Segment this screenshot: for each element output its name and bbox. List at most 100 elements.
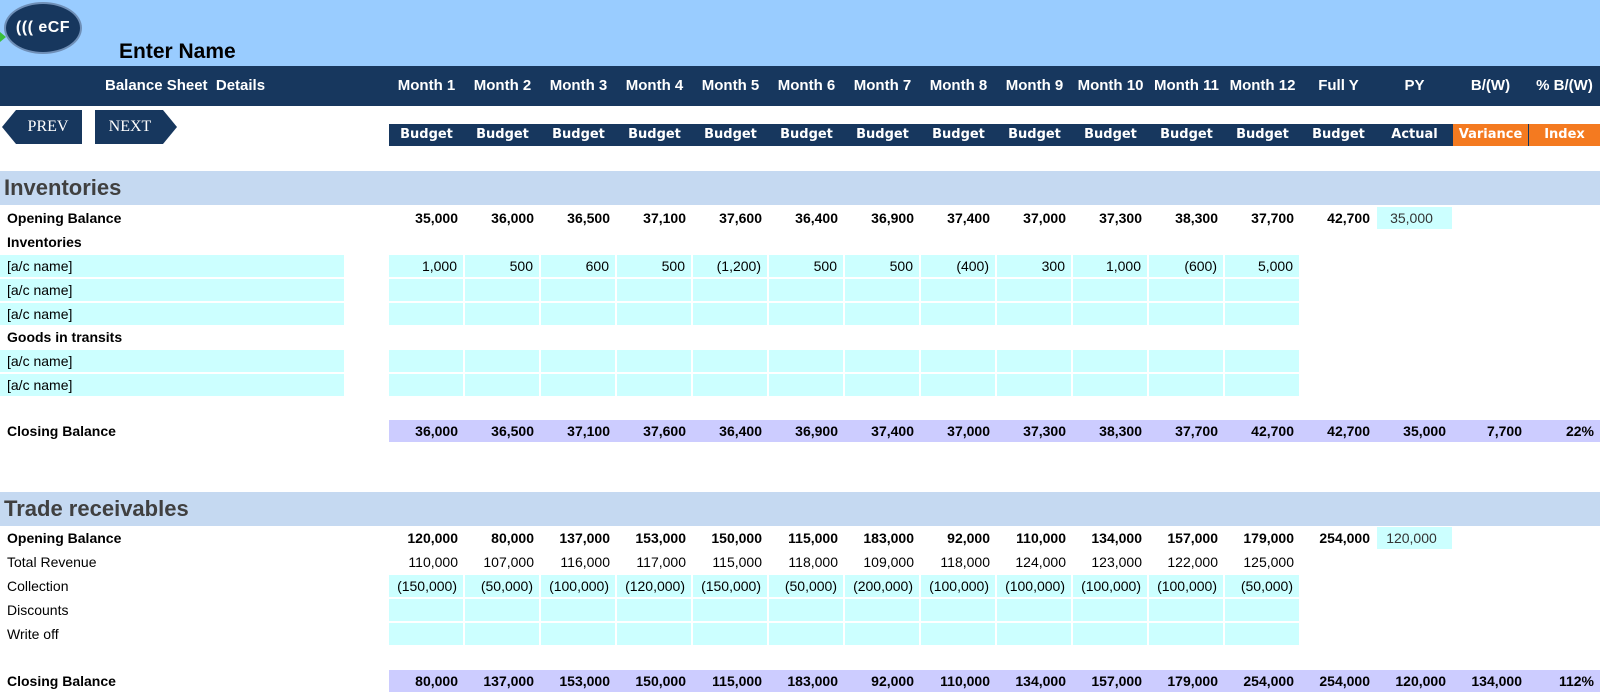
rec-row-cell[interactable]	[769, 623, 843, 645]
next-button[interactable]: NEXT	[95, 110, 177, 144]
inv-account-label[interactable]: [a/c name]	[7, 255, 72, 277]
transit-account-cell[interactable]	[997, 350, 1071, 372]
rec-row-cell[interactable]	[617, 599, 691, 621]
inv-account-cell[interactable]	[617, 279, 691, 301]
rec-row-cell[interactable]	[997, 599, 1071, 621]
inv-account-cell[interactable]: (400)	[921, 255, 995, 277]
inv-account-cell[interactable]	[1225, 279, 1299, 301]
rec-row-cell[interactable]	[1225, 599, 1299, 621]
transit-account-cell[interactable]	[465, 374, 539, 396]
inv-account-cell[interactable]	[1149, 303, 1223, 325]
transit-account-cell[interactable]	[997, 374, 1071, 396]
inv-account-cell[interactable]	[1149, 279, 1223, 301]
rec-row-cell[interactable]: (100,000)	[997, 575, 1071, 597]
inv-account-cell[interactable]: 1,000	[389, 255, 463, 277]
inv-account-cell[interactable]: (1,200)	[693, 255, 767, 277]
inv-account-cell[interactable]: 600	[541, 255, 615, 277]
rec-row-cell[interactable]: (200,000)	[845, 575, 919, 597]
rec-row-cell[interactable]	[845, 599, 919, 621]
transit-account-cell[interactable]	[845, 350, 919, 372]
rec-row-cell[interactable]	[1225, 623, 1299, 645]
inv-account-cell[interactable]: 500	[617, 255, 691, 277]
rec-row-cell[interactable]	[997, 623, 1071, 645]
inv-account-cell[interactable]: 500	[845, 255, 919, 277]
rec-row-cell[interactable]: (150,000)	[389, 575, 463, 597]
rec-row-cell[interactable]: (100,000)	[1073, 575, 1147, 597]
inv-account-cell[interactable]	[541, 303, 615, 325]
transit-account-cell[interactable]	[465, 350, 539, 372]
rec-row-cell[interactable]	[693, 599, 767, 621]
transit-account-cell[interactable]	[921, 374, 995, 396]
transit-account-cell[interactable]	[541, 350, 615, 372]
inv-account-cell[interactable]	[921, 279, 995, 301]
transit-account-cell[interactable]	[845, 374, 919, 396]
transit-account-cell[interactable]	[921, 350, 995, 372]
rec-row-cell[interactable]: (50,000)	[1225, 575, 1299, 597]
inv-account-cell[interactable]	[693, 279, 767, 301]
transit-account-cell[interactable]	[1073, 350, 1147, 372]
rec-row-cell[interactable]: (50,000)	[465, 575, 539, 597]
rec-row-cell[interactable]: (100,000)	[921, 575, 995, 597]
inv-account-cell[interactable]	[921, 303, 995, 325]
rec-row-cell[interactable]	[465, 623, 539, 645]
transit-account-cell[interactable]	[541, 374, 615, 396]
inv-account-cell[interactable]: 300	[997, 255, 1071, 277]
transit-account-cell[interactable]	[1073, 374, 1147, 396]
inv-account-cell[interactable]	[769, 279, 843, 301]
rec-row-cell[interactable]	[921, 623, 995, 645]
inv-account-label[interactable]: [a/c name]	[7, 303, 72, 325]
rec-row-cell[interactable]	[389, 599, 463, 621]
rec-row-cell[interactable]	[541, 599, 615, 621]
inv-account-cell[interactable]	[617, 303, 691, 325]
transit-account-cell[interactable]	[693, 374, 767, 396]
inv-account-cell[interactable]: 500	[769, 255, 843, 277]
inv-account-cell[interactable]: 1,000	[1073, 255, 1147, 277]
inv-account-label[interactable]: [a/c name]	[7, 279, 72, 301]
transit-account-cell[interactable]	[389, 374, 463, 396]
rec-row-cell[interactable]	[1149, 599, 1223, 621]
rec-row-cell[interactable]	[693, 623, 767, 645]
rec-row-cell[interactable]: (150,000)	[693, 575, 767, 597]
inv-account-cell[interactable]	[1073, 279, 1147, 301]
inv-account-cell[interactable]	[997, 279, 1071, 301]
inv-account-cell[interactable]	[389, 303, 463, 325]
inv-account-cell[interactable]	[465, 279, 539, 301]
rec-row-cell[interactable]	[845, 623, 919, 645]
rec-row-cell[interactable]	[617, 623, 691, 645]
inv-account-cell[interactable]	[845, 279, 919, 301]
transit-account-cell[interactable]	[617, 350, 691, 372]
inv-account-cell[interactable]	[769, 303, 843, 325]
inv-account-cell[interactable]	[389, 279, 463, 301]
prev-button[interactable]: PREV	[2, 110, 82, 144]
inv-account-cell[interactable]: 5,000	[1225, 255, 1299, 277]
enter-name-field[interactable]: Enter Name	[119, 40, 236, 64]
rec-row-cell[interactable]: (120,000)	[617, 575, 691, 597]
transit-account-cell[interactable]	[1225, 374, 1299, 396]
inv-account-cell[interactable]	[845, 303, 919, 325]
rec-row-cell[interactable]	[541, 623, 615, 645]
transit-account-cell[interactable]	[693, 350, 767, 372]
inv-account-cell[interactable]	[1073, 303, 1147, 325]
transit-account-cell[interactable]	[1149, 374, 1223, 396]
inv-account-cell[interactable]	[541, 279, 615, 301]
inv-account-cell[interactable]	[465, 303, 539, 325]
rec-row-cell[interactable]	[921, 599, 995, 621]
transit-account-cell[interactable]	[769, 374, 843, 396]
transit-account-cell[interactable]	[389, 350, 463, 372]
transit-account-cell[interactable]	[617, 374, 691, 396]
rec-row-cell[interactable]	[1073, 599, 1147, 621]
transit-account-label[interactable]: [a/c name]	[7, 374, 72, 396]
rec-row-cell[interactable]	[465, 599, 539, 621]
transit-account-cell[interactable]	[1149, 350, 1223, 372]
inv-account-cell[interactable]	[693, 303, 767, 325]
inv-account-cell[interactable]	[1225, 303, 1299, 325]
rec-row-cell[interactable]	[769, 599, 843, 621]
transit-account-label[interactable]: [a/c name]	[7, 350, 72, 372]
rec-row-cell[interactable]	[1073, 623, 1147, 645]
rec-row-cell[interactable]: (100,000)	[541, 575, 615, 597]
inv-account-cell[interactable]	[997, 303, 1071, 325]
transit-account-cell[interactable]	[1225, 350, 1299, 372]
rec-row-cell[interactable]	[389, 623, 463, 645]
rec-row-cell[interactable]	[1149, 623, 1223, 645]
inv-account-cell[interactable]: 500	[465, 255, 539, 277]
